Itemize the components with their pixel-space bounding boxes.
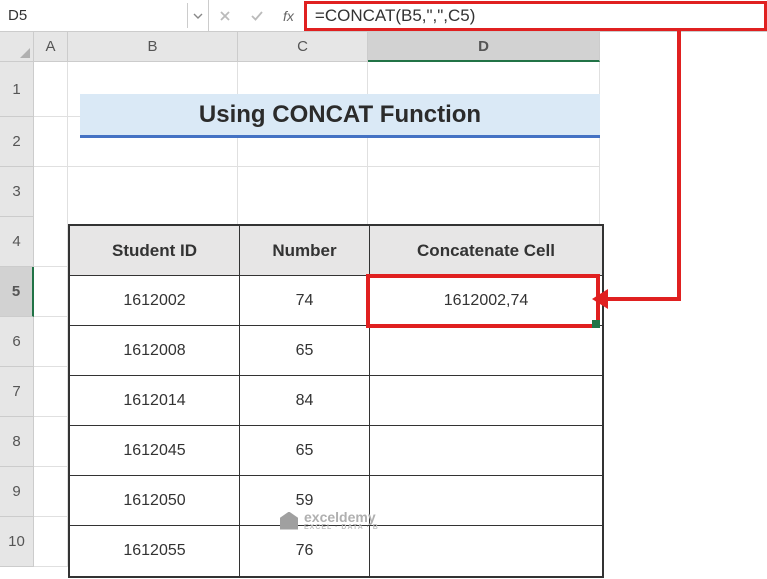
cell-concat[interactable]: 1612002,74	[370, 276, 602, 326]
row-header-9[interactable]: 9	[0, 467, 34, 517]
cell-concat[interactable]	[370, 376, 602, 426]
cell-a6[interactable]	[34, 317, 68, 367]
cell-d3[interactable]	[368, 167, 600, 217]
cell-concat[interactable]	[370, 526, 602, 576]
table-row: 1612014 84	[70, 376, 602, 426]
page-title: Using CONCAT Function	[80, 94, 600, 138]
formula-bar: fx	[0, 0, 767, 32]
cell-number[interactable]: 76	[240, 526, 370, 576]
cell-a2[interactable]	[34, 117, 68, 167]
cell-a9[interactable]	[34, 467, 68, 517]
cancel-icon[interactable]	[209, 0, 241, 31]
cell-a4[interactable]	[34, 217, 68, 267]
confirm-icon[interactable]	[241, 0, 273, 31]
arrow-head-icon	[592, 289, 608, 309]
table-row: 1612002 74 1612002,74	[70, 276, 602, 326]
cell-student-id[interactable]: 1612050	[70, 476, 240, 526]
row-header-7[interactable]: 7	[0, 367, 34, 417]
col-header-d[interactable]: D	[368, 32, 600, 62]
formula-input[interactable]	[304, 1, 767, 31]
cell-a7[interactable]	[34, 367, 68, 417]
cell-student-id[interactable]: 1612055	[70, 526, 240, 576]
cell-number[interactable]: 65	[240, 426, 370, 476]
table-row: 1612045 65	[70, 426, 602, 476]
watermark-sub: EXCEL · DATA · B	[304, 524, 379, 531]
table-row: 1612055 76	[70, 526, 602, 576]
cell-concat[interactable]	[370, 476, 602, 526]
table-header-row: Student ID Number Concatenate Cell	[70, 226, 602, 276]
cell-concat[interactable]	[370, 426, 602, 476]
cell-concat[interactable]	[370, 326, 602, 376]
cell-student-id[interactable]: 1612045	[70, 426, 240, 476]
chevron-down-icon[interactable]	[188, 0, 209, 31]
cell-a3[interactable]	[34, 167, 68, 217]
cell-a8[interactable]	[34, 417, 68, 467]
row-header-3[interactable]: 3	[0, 167, 34, 217]
row-header-2[interactable]: 2	[0, 117, 34, 167]
watermark-logo-icon	[280, 512, 298, 530]
header-number: Number	[240, 226, 370, 276]
cell-student-id[interactable]: 1612002	[70, 276, 240, 326]
select-all-corner[interactable]	[0, 32, 34, 62]
cell-b3[interactable]	[68, 167, 238, 217]
cell-a10[interactable]	[34, 517, 68, 567]
cell-c3[interactable]	[238, 167, 368, 217]
col-header-c[interactable]: C	[238, 32, 368, 62]
cell-number[interactable]: 65	[240, 326, 370, 376]
cell-student-id[interactable]: 1612008	[70, 326, 240, 376]
row-header-6[interactable]: 6	[0, 317, 34, 367]
row-header-5[interactable]: 5	[0, 267, 34, 317]
watermark: exceldemy EXCEL · DATA · B	[280, 510, 379, 531]
row-header-10[interactable]: 10	[0, 517, 34, 567]
cell-a5[interactable]	[34, 267, 68, 317]
row-header-4[interactable]: 4	[0, 217, 34, 267]
cell-number[interactable]: 74	[240, 276, 370, 326]
header-concat: Concatenate Cell	[370, 226, 602, 276]
column-headers-row: A B C D	[0, 32, 767, 62]
row-header-8[interactable]: 8	[0, 417, 34, 467]
cell-number[interactable]: 84	[240, 376, 370, 426]
cell-a1[interactable]	[34, 62, 68, 117]
watermark-brand: exceldemy	[304, 510, 379, 524]
cell-student-id[interactable]: 1612014	[70, 376, 240, 426]
table-row: 1612008 65	[70, 326, 602, 376]
name-box[interactable]	[0, 3, 188, 28]
header-student-id: Student ID	[70, 226, 240, 276]
col-header-a[interactable]: A	[34, 32, 68, 62]
fx-icon[interactable]: fx	[273, 8, 304, 24]
row-header-1[interactable]: 1	[0, 62, 34, 117]
col-header-b[interactable]: B	[68, 32, 238, 62]
